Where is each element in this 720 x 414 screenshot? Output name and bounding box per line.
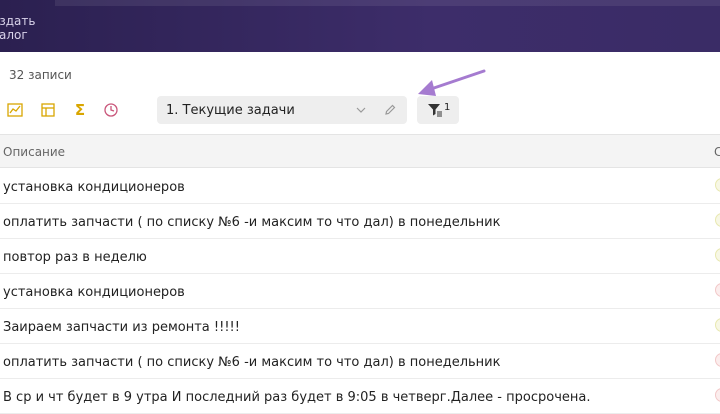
column-header-description[interactable]: Описание [3,145,65,159]
status-indicator [715,283,720,297]
row-description: повтор раз в неделю [3,250,147,265]
topbar-highlight [55,0,720,6]
table-row[interactable]: повтор раз в неделю [0,239,720,274]
view-filter-select[interactable]: 1. Текущие задачи [157,96,407,124]
row-description: В ср и чт будет в 9 утра И последний раз… [3,390,591,405]
annotation-arrow-icon [418,69,486,96]
filter-icon [428,104,442,117]
table-row[interactable]: установка кондиционеров [0,274,720,309]
top-navigation-bar: оздать талог [0,0,720,52]
create-catalog-button[interactable]: оздать талог [0,14,52,42]
chart-icon[interactable] [5,100,25,120]
status-indicator [715,178,720,192]
status-indicator [715,213,720,227]
table-row[interactable]: оплатить запчасти ( по списку №6 -и макс… [0,344,720,379]
row-description: оплатить запчасти ( по списку №6 -и макс… [3,355,501,370]
column-header-status[interactable]: С [714,145,720,159]
filter-select-value: 1. Текущие задачи [166,103,295,118]
status-indicator [715,248,720,262]
status-indicator [715,318,720,332]
row-description: Заиpаем запчасти из ремонта !!!!! [3,320,240,335]
clock-icon[interactable] [101,100,121,120]
row-description: установка кондиционеров [3,180,185,195]
row-description: оплатить запчасти ( по списку №6 -и макс… [3,215,501,230]
records-count: 32 записи [9,68,72,82]
table-row[interactable]: установка кондиционеров [0,169,720,204]
status-indicator [715,388,720,402]
table-layout-icon[interactable] [38,100,58,120]
chevron-down-icon [356,107,366,113]
sigma-icon[interactable]: Σ [70,100,90,120]
edit-pencil-icon[interactable] [383,103,397,117]
row-description: установка кондиционеров [3,285,185,300]
table-row[interactable]: Заиpаем запчасти из ремонта !!!!! [0,309,720,344]
filter-count-badge: 1 [444,102,451,113]
table-header: Описание С [0,134,720,168]
table-row[interactable]: оплатить запчасти ( по списку №6 -и макс… [0,204,720,239]
status-indicator [715,353,720,367]
